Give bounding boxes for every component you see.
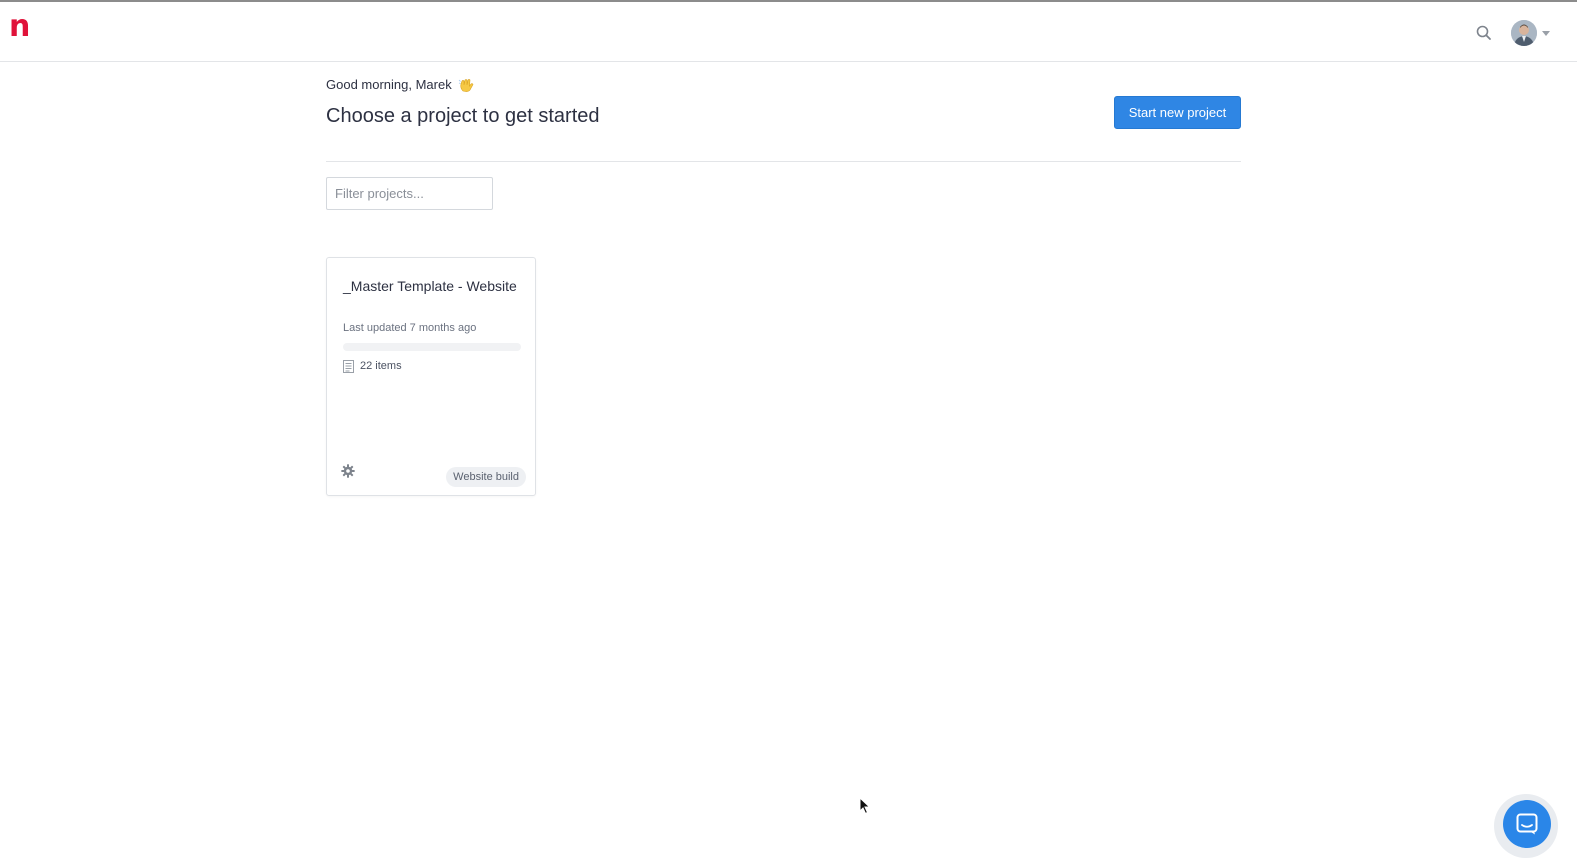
- project-items-count: 22 items: [360, 360, 402, 372]
- filter-projects-input[interactable]: [326, 177, 493, 210]
- waving-hand-icon: [458, 77, 475, 93]
- avatar[interactable]: [1511, 20, 1537, 46]
- project-last-updated: Last updated 7 months ago: [343, 322, 477, 334]
- project-items: 22 items: [343, 359, 402, 373]
- project-card[interactable]: _Master Template - Website Last updated …: [326, 257, 536, 496]
- greeting: Good morning, Marek: [326, 77, 475, 93]
- mouse-cursor: [859, 796, 871, 815]
- page-title: Choose a project to get started: [326, 105, 600, 127]
- project-title[interactable]: _Master Template - Website: [343, 276, 523, 297]
- gear-icon[interactable]: [341, 464, 355, 478]
- user-menu[interactable]: [1511, 20, 1553, 48]
- chat-icon[interactable]: [1503, 800, 1551, 848]
- top-nav-bar: n: [0, 0, 1577, 62]
- divider: [326, 161, 1241, 162]
- start-new-project-button[interactable]: Start new project: [1114, 96, 1241, 129]
- search-icon[interactable]: [1474, 23, 1494, 43]
- app-logo[interactable]: n: [9, 10, 30, 44]
- project-type-tag: Website build: [446, 467, 526, 487]
- document-icon: [343, 359, 354, 373]
- chevron-down-icon[interactable]: [1542, 31, 1550, 36]
- greeting-text: Good morning, Marek: [326, 77, 452, 92]
- project-progress-bar: [343, 343, 521, 351]
